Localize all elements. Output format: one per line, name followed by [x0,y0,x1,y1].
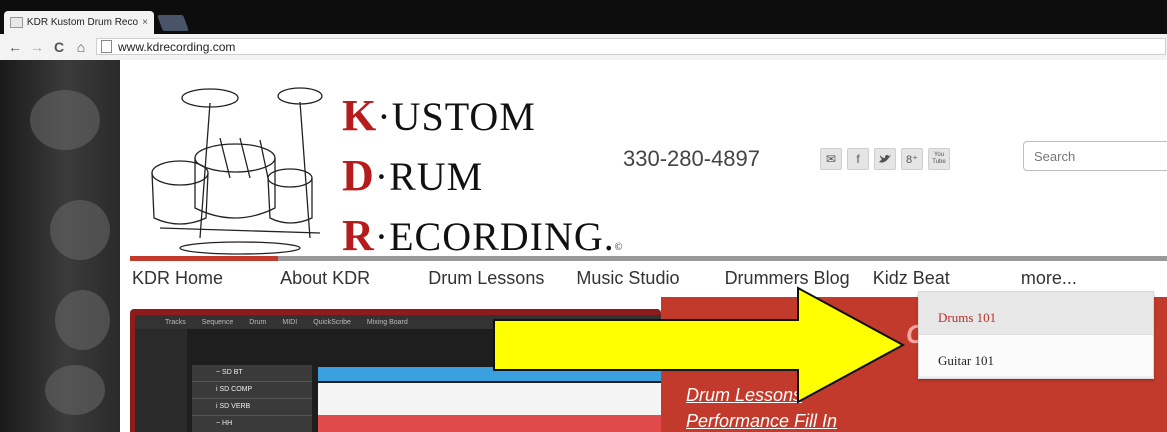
studio-screenshot: Tracks Sequence Drum MIDI QuickScribe Mi… [130,309,661,432]
daw-lane-blue [318,367,661,381]
daw-tab: Sequence [201,318,234,326]
daw-tab: QuickScribe [313,318,351,326]
daw-track-list: ~ SD BT i SD COMP i SD VERB ~ HH [192,365,312,432]
background-photo [0,60,120,432]
daw-track: i SD VERB [192,399,312,416]
mail-icon[interactable]: ✉ [820,148,842,170]
daw-tab: Mixing Board [366,318,408,326]
logo-line-drum: D·RUM [342,151,484,200]
twitter-icon[interactable] [874,148,896,170]
site-logo[interactable]: K·USTOM D·RUM R·ECORDING.© [140,78,624,260]
daw-window: Tracks Sequence Drum MIDI QuickScribe Mi… [135,315,661,432]
nav-music-studio[interactable]: Music Studio [574,256,723,296]
promo-link-performance-fill-in[interactable]: Performance Fill In [686,411,837,432]
dropdown-item-guitar-101[interactable]: Guitar 101 [919,334,1153,376]
nav-drum-lessons[interactable]: Drum Lessons [426,256,575,296]
address-bar[interactable]: www.kdrecording.com [96,38,1166,55]
daw-grid [318,383,661,415]
main-nav: KDR Home About KDR Drum Lessons Music St… [130,256,1167,296]
promo-link-drum-lessons[interactable]: Drum Lessons [686,385,802,406]
browser-tab-bar: KDR Kustom Drum Recorc × [0,0,1167,34]
phone-number: 330-280-4897 [623,146,761,171]
nav-drummers-blog[interactable]: Drummers Blog [722,256,871,296]
nav-about-kdr[interactable]: About KDR [278,256,427,296]
daw-track: ~ HH [192,416,312,432]
daw-tab: Tracks [165,318,186,326]
dropdown-item-drums-101[interactable]: Drums 101 [919,292,1153,334]
page-icon [101,40,112,53]
googleplus-icon[interactable]: 8⁺ [901,148,923,170]
logo-line-recording: R·ECORDING.© [342,211,624,260]
close-tab-icon[interactable]: × [142,17,148,28]
back-icon[interactable]: ← [8,39,22,55]
daw-track: i SD COMP [192,382,312,399]
facebook-icon[interactable]: f [847,148,869,170]
forward-icon[interactable]: → [30,39,44,55]
nav-kdr-home[interactable]: KDR Home [130,256,279,296]
new-tab-button[interactable] [157,15,189,31]
url-text: www.kdrecording.com [118,39,236,54]
daw-tab: MIDI [282,318,298,326]
drum-kit-sketch-icon [151,87,323,255]
nav-kidz-beat[interactable]: Kidz Beat [870,256,1019,296]
search-input[interactable]: Search [1023,141,1167,171]
reload-icon[interactable]: C [52,39,66,55]
logo-line-kustom: K·USTOM [342,91,536,140]
daw-side-panel [135,329,187,432]
browser-toolbar: ← → C ⌂ www.kdrecording.com [0,34,1167,61]
nav-more[interactable]: more... [1018,256,1167,296]
kidz-beat-dropdown: Drums 101 Guitar 101 [918,291,1154,379]
browser-tab[interactable]: KDR Kustom Drum Recorc × [4,11,154,34]
daw-tab: Drum [249,318,267,326]
social-icons: ✉ f 8⁺ You Tube [820,148,950,170]
tab-title: KDR Kustom Drum Recorc [26,17,139,28]
daw-tab-bar: Tracks Sequence Drum MIDI QuickScribe Mi… [135,315,661,329]
youtube-icon[interactable]: You Tube [928,148,950,170]
daw-lane-red [318,415,661,432]
daw-track: ~ SD BT [192,365,312,382]
home-icon[interactable]: ⌂ [74,39,88,55]
page-favicon-icon [10,17,23,28]
